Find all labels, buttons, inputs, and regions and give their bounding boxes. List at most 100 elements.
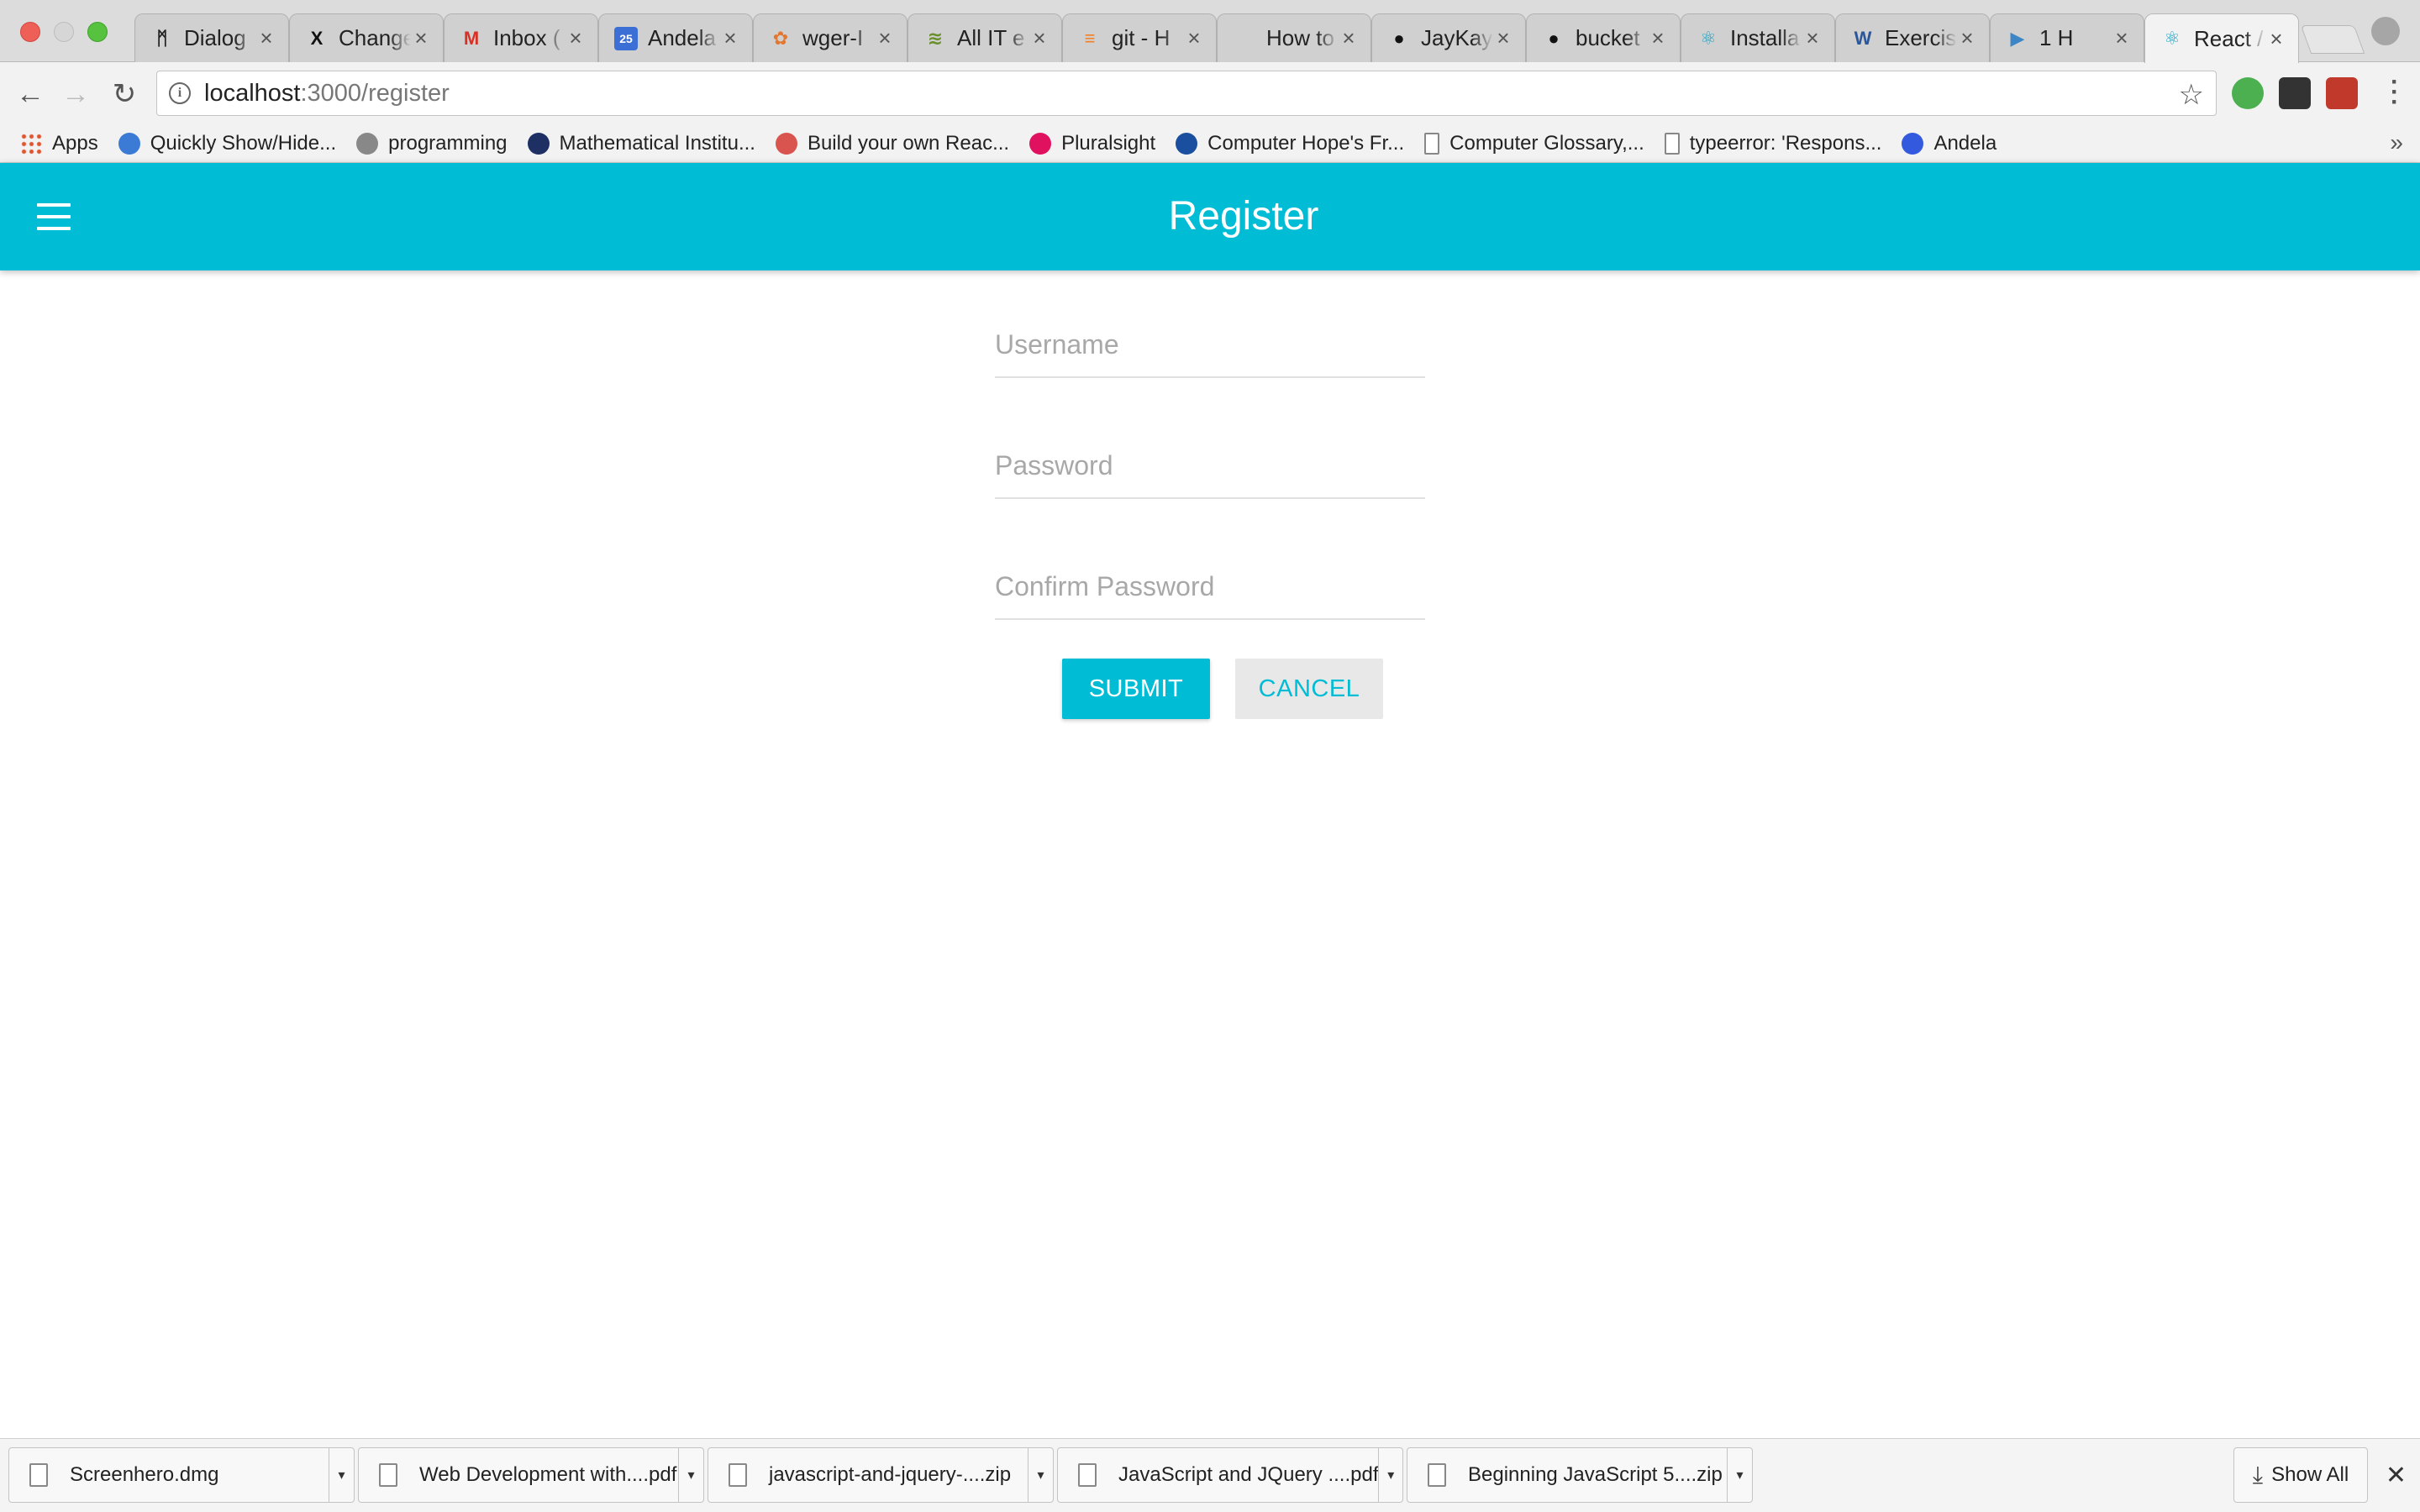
gmail-icon: M [463, 27, 480, 49]
browser-tab[interactable]: X Change × [289, 13, 444, 62]
bookmark-item[interactable]: Build your own Reac... [775, 132, 1009, 155]
wger-icon: ✿ [772, 27, 789, 49]
tab-close-icon[interactable]: × [1957, 25, 1977, 51]
download-options-icon[interactable]: ▾ [1028, 1447, 1053, 1503]
tab-title: JayKay [1421, 25, 1493, 50]
download-item[interactable]: JavaScript and JQuery ....pdf ▾ [1057, 1447, 1403, 1503]
download-item[interactable]: Web Development with....pdf ▾ [358, 1447, 704, 1503]
bookmark-item[interactable]: Andela [1902, 132, 1996, 155]
browser-tab[interactable]: M Inbox (× [444, 13, 598, 62]
submit-button[interactable]: SUBMIT [1062, 659, 1210, 719]
bookmark-label: Pluralsight [1061, 131, 1156, 155]
bookmark-item[interactable]: typeerror: 'Respons... [1664, 131, 1882, 155]
tab-close-icon[interactable]: × [1802, 25, 1823, 51]
download-options-icon[interactable]: ▾ [329, 1447, 354, 1503]
password-input[interactable] [995, 440, 1425, 491]
download-options-icon[interactable]: ▾ [678, 1447, 703, 1503]
browser-tab[interactable]: 25 Andela × [598, 13, 753, 62]
hamburger-menu-icon[interactable] [37, 203, 71, 230]
bookmark-label: programming [388, 131, 508, 155]
bookmark-label: Apps [52, 131, 98, 155]
stackoverflow-icon: ≡ [1084, 27, 1096, 49]
pluralsight-icon [1029, 132, 1052, 155]
browser-menu-icon[interactable]: · · · [2386, 70, 2403, 115]
bookmarks-overflow-icon[interactable]: » [2390, 129, 2403, 156]
grammarly-extension-icon[interactable] [2232, 77, 2264, 109]
browser-tab[interactable]: ● bucket × [1526, 13, 1681, 62]
new-tab-button[interactable] [2300, 25, 2365, 54]
bookmark-item[interactable]: Computer Hope's Fr... [1176, 132, 1404, 155]
bookmark-item[interactable]: Apps [20, 132, 98, 155]
browser-tab[interactable]: How to × [1217, 13, 1371, 62]
browser-tab[interactable]: W Exercis × [1835, 13, 1990, 62]
tab-close-icon[interactable]: × [1493, 25, 1513, 51]
bookmark-item[interactable]: programming [356, 131, 508, 155]
address-bar[interactable]: i localhost:3000/register ☆ [156, 71, 2217, 116]
download-item[interactable]: javascript-and-jquery-....zip ▾ [708, 1447, 1054, 1503]
tab-title: Exercis [1885, 25, 1957, 50]
tab-close-icon[interactable]: × [1339, 25, 1359, 51]
bookmark-star-icon[interactable]: ☆ [2179, 78, 2204, 112]
download-options-icon[interactable]: ▾ [1378, 1447, 1402, 1503]
browser-tab[interactable]: ᛗ Dialog × [134, 13, 289, 62]
download-item[interactable]: Screenhero.dmg ▾ [8, 1447, 355, 1503]
bookmark-item[interactable]: Mathematical Institu... [527, 132, 755, 155]
download-item[interactable]: Beginning JavaScript 5....zip ▾ [1407, 1447, 1753, 1503]
tab-close-icon[interactable]: × [1648, 25, 1668, 51]
tab-title: git - H [1112, 25, 1171, 50]
tab-close-icon[interactable]: × [1029, 25, 1050, 51]
browser-tab[interactable]: ✿ wger-I × [753, 13, 908, 62]
browser-tab[interactable]: ▶ 1 H × [1990, 13, 2144, 62]
cancel-button[interactable]: CANCEL [1235, 659, 1383, 719]
bookmark-item[interactable]: Computer Glossary,... [1424, 132, 1644, 155]
bookmark-label: Quickly Show/Hide... [150, 131, 337, 155]
browser-tab[interactable]: ⚛ Installa × [1681, 13, 1835, 62]
download-options-icon[interactable]: ▾ [1727, 1447, 1752, 1503]
tab-close-icon[interactable]: × [256, 25, 276, 51]
minimize-window-button[interactable] [54, 22, 74, 42]
app-bar: Register [0, 163, 2420, 270]
incognito-extension-icon[interactable] [2279, 77, 2311, 109]
page-icon [1664, 132, 1680, 155]
tab-close-icon[interactable]: × [2112, 25, 2132, 51]
bookmark-label: Andela [1933, 131, 1997, 155]
tab-close-icon[interactable]: × [411, 25, 431, 51]
calendar-icon: 25 [614, 26, 638, 50]
extension-icon[interactable] [2326, 77, 2358, 109]
tab-close-icon[interactable]: × [1184, 25, 1204, 51]
profile-icon[interactable] [2371, 17, 2400, 45]
show-all-downloads-button[interactable]: ⤓ Show All [2233, 1447, 2368, 1503]
browser-tab[interactable]: ≋ All IT e × [908, 13, 1062, 62]
file-icon [1428, 1463, 1446, 1487]
browser-tab[interactable]: ≡ git - H × [1062, 13, 1217, 62]
tab-title: All IT e [957, 25, 1025, 50]
tab-close-icon[interactable]: × [2266, 26, 2286, 52]
page-icon [1424, 132, 1440, 155]
bookmark-label: typeerror: 'Respons... [1689, 131, 1882, 155]
reload-icon[interactable]: ↻ [108, 77, 141, 111]
info-icon[interactable]: i [169, 82, 191, 104]
tab-close-icon[interactable]: × [720, 25, 740, 51]
username-input[interactable] [995, 319, 1425, 370]
bookmark-item[interactable]: Quickly Show/Hide... [118, 132, 336, 155]
close-window-button[interactable] [20, 22, 40, 42]
tab-close-icon[interactable]: × [875, 25, 895, 51]
tab-title: 1 H [2039, 25, 2074, 50]
bookmarks-bar: Apps Quickly Show/Hide... programming Mathe… [0, 124, 2420, 163]
download-icon: ⤓ [2252, 1461, 2264, 1488]
forward-arrow-icon[interactable]: → [59, 77, 92, 111]
file-icon [29, 1463, 48, 1487]
url-host: localhost [204, 79, 301, 107]
file-icon [379, 1463, 397, 1487]
maximize-window-button[interactable] [87, 22, 108, 42]
tab-close-icon[interactable]: × [566, 25, 586, 51]
confirm-password-input[interactable] [995, 561, 1425, 612]
bookmark-item[interactable]: Pluralsight [1029, 132, 1155, 155]
browser-tab[interactable]: ⚛ React / × [2144, 13, 2299, 63]
browser-tab[interactable]: ● JayKay × [1371, 13, 1526, 62]
apple-icon [1233, 27, 1256, 50]
back-arrow-icon[interactable]: ← [13, 77, 47, 111]
react-icon: ⚛ [2164, 28, 2181, 49]
close-shelf-icon[interactable]: ✕ [2386, 1461, 2407, 1490]
download-filename: javascript-and-jquery-....zip [769, 1463, 1012, 1486]
